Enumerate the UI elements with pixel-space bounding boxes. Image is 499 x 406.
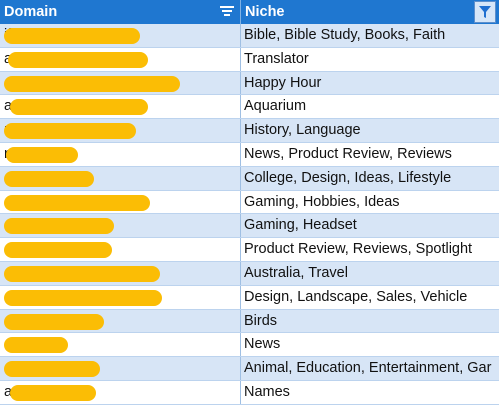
- niche-cell[interactable]: Translator: [244, 48, 499, 71]
- column-divider: [240, 357, 241, 380]
- niche-cell[interactable]: Aquarium: [244, 95, 499, 118]
- column-divider: [240, 333, 241, 357]
- niche-cell[interactable]: Australia, Travel: [244, 262, 499, 285]
- column-divider: [240, 0, 241, 24]
- column-header-domain[interactable]: Domain: [4, 0, 57, 24]
- column-divider: [240, 47, 241, 71]
- table-row[interactable]: Birds: [0, 309, 499, 334]
- column-divider: [240, 261, 241, 285]
- table-row[interactable]: Australia, Travel: [0, 261, 499, 286]
- table-row[interactable]: a mAquarium: [0, 95, 499, 120]
- niche-cell[interactable]: Bible, Bible Study, Books, Faith: [244, 24, 499, 47]
- column-divider: [240, 119, 241, 142]
- column-divider: [240, 142, 241, 166]
- column-divider: [240, 190, 241, 214]
- table-row[interactable]: Animal, Education, Entertainment, Gar: [0, 357, 499, 381]
- table-row[interactable]: News: [0, 333, 499, 358]
- column-divider: [240, 285, 241, 309]
- column-divider: [240, 238, 241, 261]
- redaction-mark: [4, 361, 100, 378]
- niche-cell[interactable]: Gaming, Headset: [244, 214, 499, 237]
- niche-cell[interactable]: Design, Landscape, Sales, Vehicle: [244, 286, 499, 309]
- table-body: ifiBible, Bible Study, Books, FaithaTran…: [0, 24, 499, 405]
- column-divider: [240, 71, 241, 95]
- niche-cell[interactable]: Product Review, Reviews, Spotlight: [244, 238, 499, 261]
- redaction-mark: [4, 75, 180, 92]
- table-row[interactable]: Gaming, Hobbies, Ideas: [0, 190, 499, 215]
- table-row[interactable]: mHistory, Language: [0, 119, 499, 143]
- table-row[interactable]: mNews, Product Review, Reviews: [0, 142, 499, 167]
- redaction-mark: [10, 384, 96, 401]
- table-row[interactable]: aTranslator: [0, 47, 499, 72]
- table-header-row: Domain Niche: [0, 0, 499, 24]
- spreadsheet-table: Domain Niche ifiBible, Bible Study, Book…: [0, 0, 499, 406]
- niche-cell[interactable]: News, Product Review, Reviews: [244, 143, 499, 166]
- column-divider: [240, 214, 241, 238]
- redaction-mark: [6, 146, 78, 163]
- filter-funnel-icon[interactable]: [474, 1, 496, 23]
- niche-cell[interactable]: Gaming, Hobbies, Ideas: [244, 191, 499, 214]
- table-row[interactable]: .comCollege, Design, Ideas, Lifestyle: [0, 166, 499, 191]
- table-row[interactable]: Happy Hour: [0, 71, 499, 96]
- column-divider: [240, 380, 241, 404]
- niche-cell[interactable]: History, Language: [244, 119, 499, 142]
- redaction-mark: [4, 28, 140, 44]
- niche-cell[interactable]: Animal, Education, Entertainment, Gar: [244, 357, 499, 380]
- redaction-mark: [10, 99, 148, 116]
- redaction-mark: [4, 170, 94, 187]
- redaction-mark: [4, 194, 150, 211]
- redaction-mark: [4, 218, 114, 235]
- sort-lines-icon[interactable]: [220, 6, 234, 18]
- niche-cell[interactable]: Birds: [244, 310, 499, 333]
- redaction-mark: [4, 242, 112, 259]
- column-header-niche[interactable]: Niche: [245, 0, 285, 24]
- column-divider: [240, 309, 241, 333]
- redaction-mark: [4, 265, 160, 282]
- column-divider: [240, 166, 241, 190]
- table-row[interactable]: Product Review, Reviews, Spotlight: [0, 238, 499, 262]
- niche-cell[interactable]: Happy Hour: [244, 72, 499, 95]
- niche-cell[interactable]: College, Design, Ideas, Lifestyle: [244, 167, 499, 190]
- table-row[interactable]: Design, Landscape, Sales, Vehicle: [0, 285, 499, 310]
- table-row[interactable]: ifiBible, Bible Study, Books, Faith: [0, 24, 499, 48]
- redaction-mark: [8, 51, 148, 68]
- niche-cell[interactable]: News: [244, 333, 499, 356]
- niche-cell[interactable]: Names: [244, 381, 499, 404]
- redaction-mark: [4, 337, 68, 354]
- table-row[interactable]: Gaming, Headset: [0, 214, 499, 239]
- redaction-mark: [4, 313, 104, 330]
- column-divider: [240, 24, 241, 47]
- table-row[interactable]: a Names: [0, 380, 499, 405]
- redaction-mark: [4, 123, 136, 140]
- column-divider: [240, 95, 241, 119]
- redaction-mark: [4, 289, 162, 306]
